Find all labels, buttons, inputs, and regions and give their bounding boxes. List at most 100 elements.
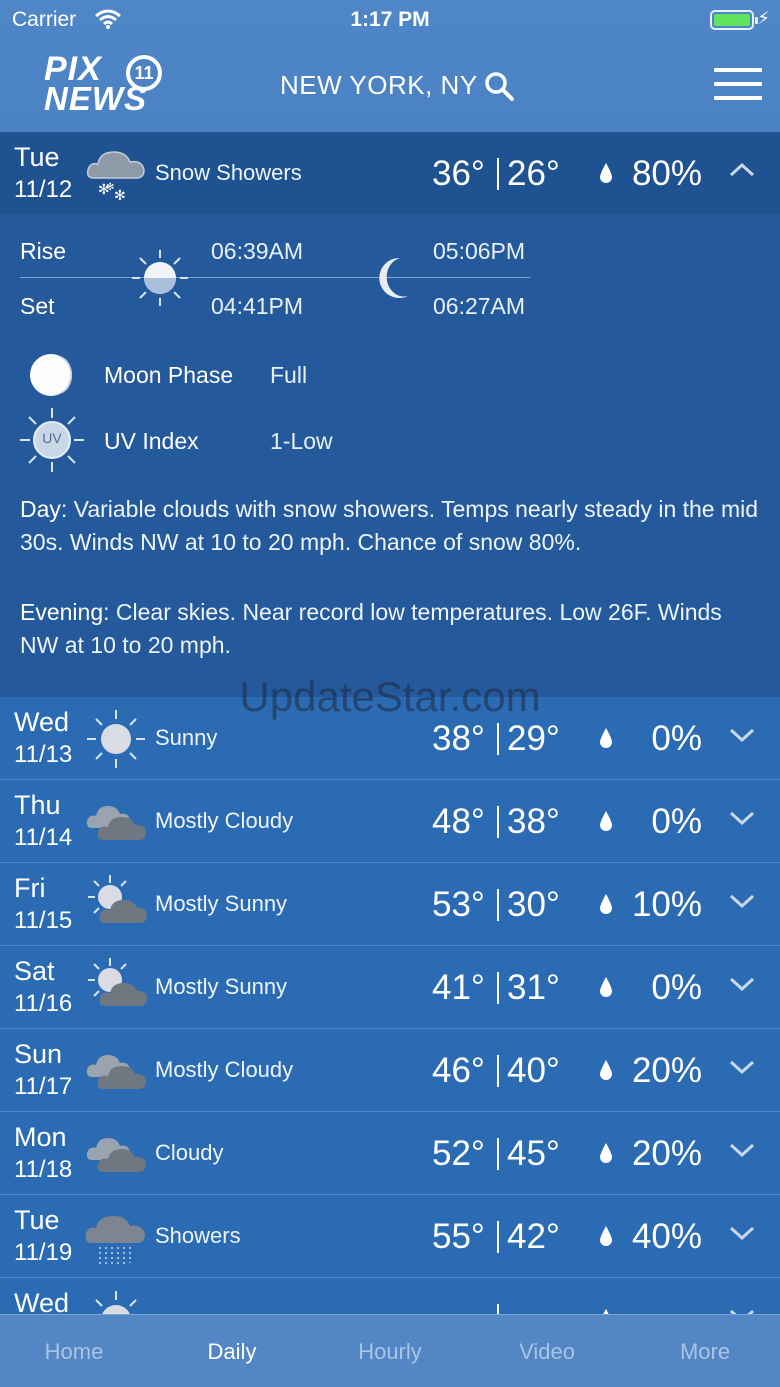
day-row[interactable]: Thu 11/14 Mostly Cloudy 48° 38° 0% [0, 780, 780, 863]
condition-label: Mostly Sunny [155, 891, 288, 916]
precip-chance: 0% [651, 719, 702, 758]
partly-sunny-icon [84, 873, 148, 937]
top-bar: Carrier 1:17 PM ⚡ PIX 11 NEWS NEW YORK, … [0, 0, 780, 132]
low-temp: 38° [507, 802, 560, 841]
temp-divider [497, 806, 499, 838]
tab-hourly[interactable]: Hourly [325, 1339, 455, 1365]
precip-chance: 0% [651, 968, 702, 1007]
evening-label: Evening [20, 599, 104, 625]
cloudy-icon [84, 790, 148, 854]
high-temp: 41° [432, 968, 485, 1007]
charging-icon: ⚡ [757, 8, 770, 29]
set-label: Set [20, 293, 55, 319]
low-temp: 26° [507, 154, 560, 193]
raindrop-icon [598, 976, 614, 998]
chevron-down-icon[interactable] [728, 808, 756, 828]
status-time: 1:17 PM [350, 8, 430, 31]
day-forecast-text: Day: Variable clouds with snow showers. … [20, 493, 760, 559]
day-of-week: Thu [14, 790, 61, 820]
temp-divider [497, 158, 499, 190]
full-moon-icon [28, 352, 74, 402]
evening-description: : Clear skies. Near record low temperatu… [20, 599, 722, 658]
chevron-up-icon[interactable] [728, 160, 756, 180]
cloudy-icon [84, 1122, 148, 1186]
raindrop-icon [598, 810, 614, 832]
day-date: 11/19 [14, 1239, 73, 1266]
expanded-day-panel: Tue 11/12 ✻ ✻ ✻ Snow Showers 36° 26° 80%… [0, 132, 780, 697]
condition-label: Cloudy [155, 1140, 224, 1165]
condition-label: Snow Showers [155, 160, 302, 185]
high-temp: 36° [432, 154, 485, 193]
chevron-down-icon[interactable] [728, 891, 756, 911]
day-date: 11/14 [14, 824, 73, 851]
partly-sunny-icon [84, 956, 148, 1020]
tab-video[interactable]: Video [482, 1339, 612, 1365]
search-icon[interactable] [483, 70, 515, 102]
raindrop-icon [598, 162, 614, 184]
day-row[interactable]: Fri 11/15 Mostly Sunny 53° 30° 10% [0, 863, 780, 946]
temp-divider [497, 1221, 499, 1253]
high-temp: 53° [432, 885, 485, 924]
sunset-time: 04:41PM [211, 293, 304, 319]
raindrop-icon [598, 893, 614, 915]
sun-icon [130, 248, 190, 312]
hamburger-menu-icon[interactable] [714, 68, 762, 104]
temp-divider [497, 1055, 499, 1087]
watermark: UpdateStar.com [239, 673, 541, 720]
cloudy-icon [84, 1039, 148, 1103]
low-temp: 40° [507, 1051, 560, 1090]
day-date: 11/18 [14, 1156, 73, 1183]
high-temp: 55° [432, 1217, 485, 1256]
raindrop-icon [598, 1225, 614, 1247]
day-description: : Variable clouds with snow showers. Tem… [20, 496, 759, 555]
raindrop-icon [598, 1059, 614, 1081]
temp-divider [497, 972, 499, 1004]
rain-cloud-icon [84, 1205, 148, 1269]
tab-daily[interactable]: Daily [167, 1339, 297, 1365]
uv-index-value: 1-Low [270, 428, 333, 454]
precip-chance: 0% [651, 802, 702, 841]
day-date: 11/17 [14, 1073, 73, 1100]
raindrop-icon [598, 1142, 614, 1164]
uv-index-label: UV Index [104, 428, 199, 454]
snow-cloud-icon: ✻ ✻ ✻ [84, 142, 148, 206]
bottom-tab-bar: Home Daily Hourly Video More [0, 1314, 780, 1387]
day-of-week: Tue [14, 1205, 60, 1235]
precip-chance: 20% [631, 1134, 702, 1173]
precip-chance: 40% [631, 1217, 702, 1256]
day-row[interactable]: Mon 11/18 Cloudy 52° 45° 20% [0, 1112, 780, 1195]
pix11-news-logo[interactable]: PIX 11 NEWS [44, 52, 168, 122]
moon-phase-label: Moon Phase [104, 362, 234, 388]
low-temp: 29° [507, 719, 560, 758]
low-temp: 31° [507, 968, 560, 1007]
day-row[interactable]: Sun 11/17 Mostly Cloudy 46° 40° 20% [0, 1029, 780, 1112]
condition-label: Showers [155, 1223, 241, 1248]
moonset-time: 06:27AM [433, 293, 526, 319]
day-of-week: Sun [14, 1039, 63, 1069]
day-of-week: Fri [14, 873, 46, 903]
rise-label: Rise [20, 238, 67, 264]
chevron-down-icon[interactable] [728, 725, 756, 745]
day-row[interactable]: Tue 11/19 Showers 55° 42° 40% [0, 1195, 780, 1278]
tab-more[interactable]: More [640, 1339, 770, 1365]
chevron-down-icon[interactable] [728, 1223, 756, 1243]
day-of-week: Tue [14, 142, 60, 172]
tab-home[interactable]: Home [9, 1339, 139, 1365]
high-temp: 48° [432, 802, 485, 841]
uv-icon-text: UV [42, 430, 62, 446]
day-date: 11/12 [14, 176, 73, 203]
day-row[interactable]: Sat 11/16 Mostly Sunny 41° 31° 0% [0, 946, 780, 1029]
day-label: Day [20, 496, 61, 522]
day-of-week: Sat [14, 956, 55, 986]
precip-chance: 80% [631, 154, 702, 193]
chevron-down-icon[interactable] [728, 974, 756, 994]
location-title[interactable]: NEW YORK, NY [280, 70, 478, 101]
chevron-down-icon[interactable] [728, 1057, 756, 1077]
day-date: 11/13 [14, 741, 73, 768]
day-row-expanded[interactable]: Tue 11/12 ✻ ✻ ✻ Snow Showers 36° 26° 80% [0, 132, 780, 215]
svg-text:✻: ✻ [106, 182, 114, 193]
moonrise-time: 05:06PM [433, 238, 526, 264]
high-temp: 38° [432, 719, 485, 758]
horizon-line [20, 277, 530, 278]
chevron-down-icon[interactable] [728, 1140, 756, 1160]
